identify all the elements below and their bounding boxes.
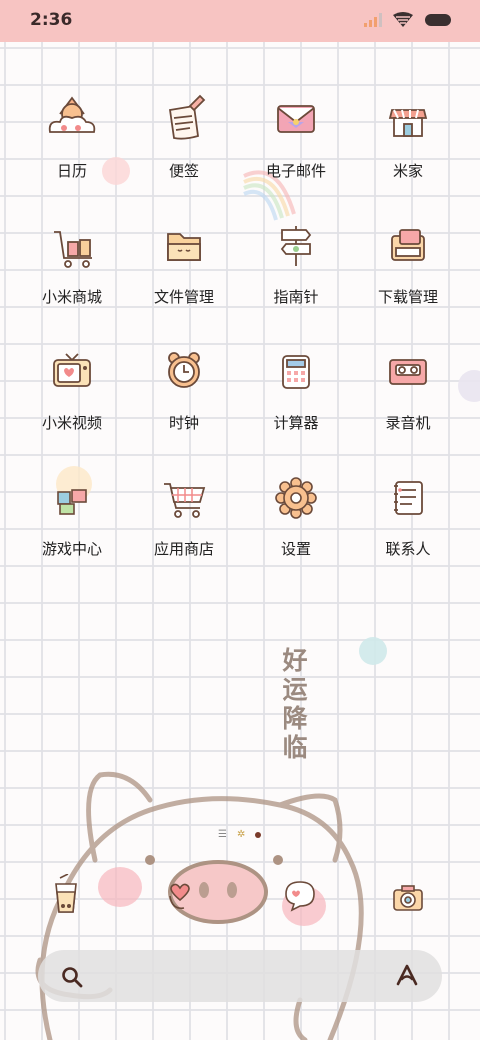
page-indicator: ☰ ✲ [218,829,262,840]
contacts-notebook-icon [394,481,423,515]
app-downloads[interactable]: 下载管理 [348,218,468,307]
download-box-icon [391,229,425,261]
app-label: 时钟 [168,414,199,432]
search-icon[interactable] [60,965,84,989]
app-settings[interactable]: 设置 [236,470,356,559]
app-label: 设置 [280,540,311,558]
page-dot-current[interactable] [255,831,262,838]
page-dot-menu-icon[interactable]: ☰ [218,829,227,840]
app-label: 小米视频 [41,414,102,432]
assistant-icon[interactable] [394,962,420,988]
app-label: 便签 [168,162,199,180]
app-label: 小米商城 [41,288,102,306]
tv-icon [53,353,91,387]
app-label: 游戏中心 [41,540,102,558]
app-app-store[interactable]: 应用商店 [124,470,244,559]
wifi-icon [393,12,413,27]
app-calendar[interactable]: 日历 [12,92,132,181]
app-files[interactable]: 文件管理 [124,218,244,307]
app-label: 录音机 [385,414,431,432]
app-label: 日历 [56,162,87,180]
wallpaper-quote: 好 运 降 临 [279,646,311,762]
app-notes[interactable]: 便签 [124,92,244,181]
app-label: 指南针 [273,288,319,306]
app-label: 计算器 [273,414,319,432]
app-mi-mall[interactable]: 小米商城 [12,218,132,307]
app-label: 应用商店 [153,540,214,558]
page-dot-sun-icon[interactable]: ✲ [237,829,245,840]
clock-icon [168,352,200,388]
app-label: 文件管理 [153,288,214,306]
notes-icon [168,94,206,140]
quote-char: 好 [282,646,308,675]
status-bar: 2:36 [0,0,480,42]
email-icon [277,105,315,133]
dock [0,874,480,924]
app-game-center[interactable]: 游戏中心 [12,470,132,559]
quote-char: 临 [282,733,308,762]
calculator-icon [282,355,310,389]
app-recorder[interactable]: 录音机 [348,344,468,433]
app-label: 下载管理 [377,288,438,306]
message-bubble-icon[interactable] [282,876,318,916]
search-bar[interactable] [38,950,442,1002]
battery-icon [425,14,451,26]
app-label: 米家 [392,162,423,180]
phone-heart-icon[interactable] [162,874,198,914]
game-puzzle-icon [57,489,87,515]
app-email[interactable]: 电子邮件 [236,92,356,181]
app-compass[interactable]: 指南针 [236,218,356,307]
bubble-tea-icon[interactable] [48,874,84,914]
signpost-icon [280,226,312,266]
status-time: 2:36 [30,10,73,30]
calendar-sun-icon [48,96,96,133]
home-shop-icon [388,109,428,137]
folder-icon [167,233,201,261]
gear-icon [275,477,317,519]
camera-icon[interactable] [390,880,426,920]
signal-icon [364,13,382,27]
app-clock[interactable]: 时钟 [124,344,244,433]
quote-char: 降 [282,704,308,733]
cassette-icon [389,359,427,385]
shopping-cart-icon [164,483,206,518]
app-mi-video[interactable]: 小米视频 [12,344,132,433]
app-label: 电子邮件 [265,162,326,180]
app-mi-home[interactable]: 米家 [348,92,468,181]
app-contacts[interactable]: 联系人 [348,470,468,559]
app-calculator[interactable]: 计算器 [236,344,356,433]
mall-cart-icon [54,231,92,268]
quote-char: 运 [282,675,308,704]
app-label: 联系人 [385,540,431,558]
